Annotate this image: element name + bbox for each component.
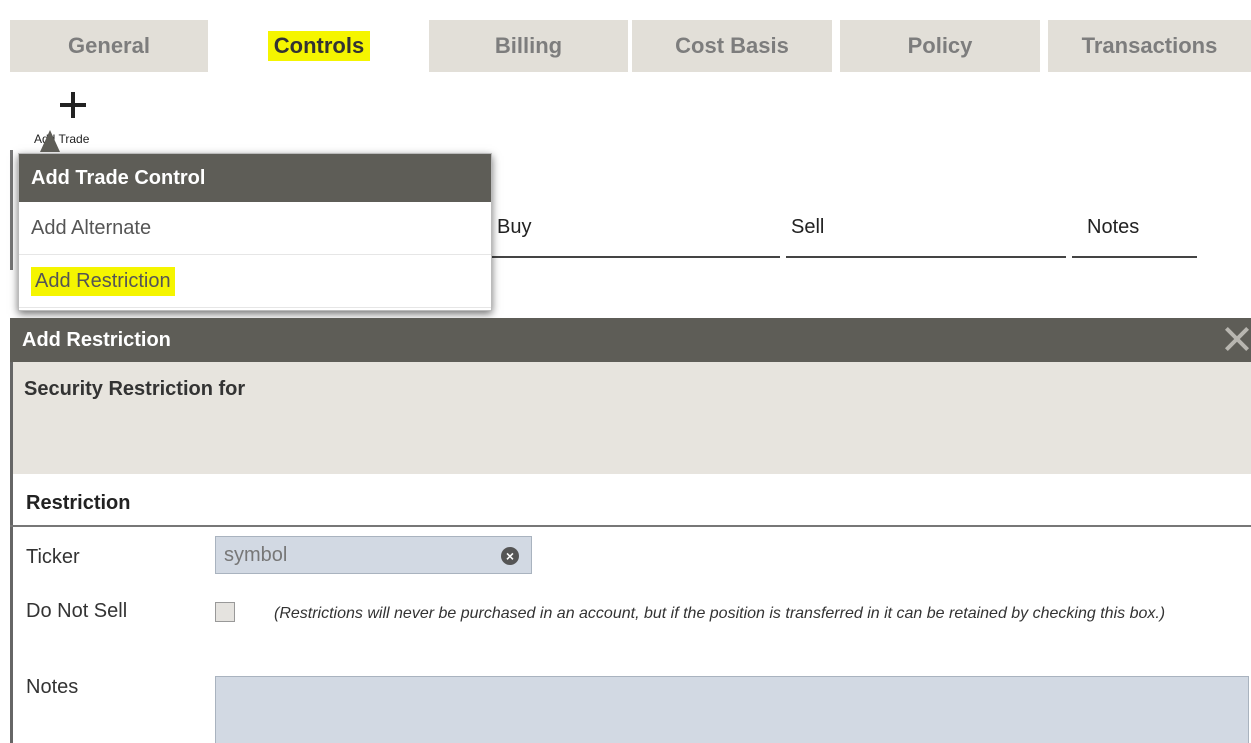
- column-header-notes[interactable]: Notes: [1087, 216, 1139, 239]
- notes-textarea[interactable]: [215, 676, 1249, 743]
- tab-transactions[interactable]: Transactions: [1048, 20, 1251, 72]
- dialog-edge: [10, 362, 13, 743]
- do-not-sell-checkbox[interactable]: [215, 602, 235, 622]
- do-not-sell-label: Do Not Sell: [26, 600, 128, 622]
- dialog-subtitle: Security Restriction for: [24, 378, 246, 400]
- tab-bar: General Controls Billing Cost Basis Poli…: [10, 20, 1251, 72]
- tab-cost-basis[interactable]: Cost Basis: [632, 20, 832, 72]
- tab-billing-label: Billing: [494, 33, 563, 58]
- column-divider: [1072, 256, 1197, 258]
- tab-policy-label: Policy: [907, 33, 973, 58]
- clear-icon[interactable]: ×: [501, 547, 519, 565]
- ticker-field: ×: [215, 536, 532, 574]
- do-not-sell-hint: (Restrictions will never be purchased in…: [274, 605, 1166, 622]
- notes-label: Notes: [26, 676, 79, 698]
- close-icon[interactable]: [1223, 326, 1249, 352]
- menu-pointer-icon: [40, 130, 60, 152]
- menu-header: Add Trade Control: [19, 154, 491, 202]
- add-restriction-dialog: Add Restriction Security Restriction for…: [10, 318, 1251, 743]
- menu-item-label: Add Alternate: [31, 216, 152, 239]
- section-title-restriction: Restriction: [26, 492, 131, 514]
- section-divider: [10, 525, 1251, 527]
- menu-item-add-restriction[interactable]: Add Restriction: [19, 255, 491, 308]
- panel-edge: [10, 150, 13, 270]
- tab-transactions-label: Transactions: [1081, 33, 1218, 58]
- tab-policy[interactable]: Policy: [840, 20, 1040, 72]
- tab-general-label: General: [68, 33, 150, 58]
- tab-billing[interactable]: Billing: [429, 20, 628, 72]
- menu-item-label: Add Restriction: [31, 266, 175, 296]
- tab-cost-basis-label: Cost Basis: [675, 33, 789, 58]
- column-divider: [786, 256, 1066, 258]
- ticker-label: Ticker: [26, 546, 80, 568]
- dialog-title: Add Restriction: [22, 328, 171, 351]
- ticker-input[interactable]: [216, 537, 496, 573]
- plus-icon: [60, 92, 86, 118]
- dialog-titlebar: Add Restriction: [10, 318, 1251, 362]
- column-header-sell[interactable]: Sell: [791, 216, 824, 239]
- tab-controls-label: Controls: [267, 31, 371, 61]
- dialog-subtitle-area: Security Restriction for: [10, 362, 1251, 474]
- tab-controls[interactable]: Controls: [220, 20, 418, 72]
- menu-item-add-alternate[interactable]: Add Alternate: [19, 202, 491, 255]
- column-divider: [490, 256, 780, 258]
- add-trade-control-menu: Add Trade Control Add Alternate Add Rest…: [18, 153, 492, 311]
- column-header-buy[interactable]: Buy: [497, 216, 531, 239]
- tab-general[interactable]: General: [10, 20, 208, 72]
